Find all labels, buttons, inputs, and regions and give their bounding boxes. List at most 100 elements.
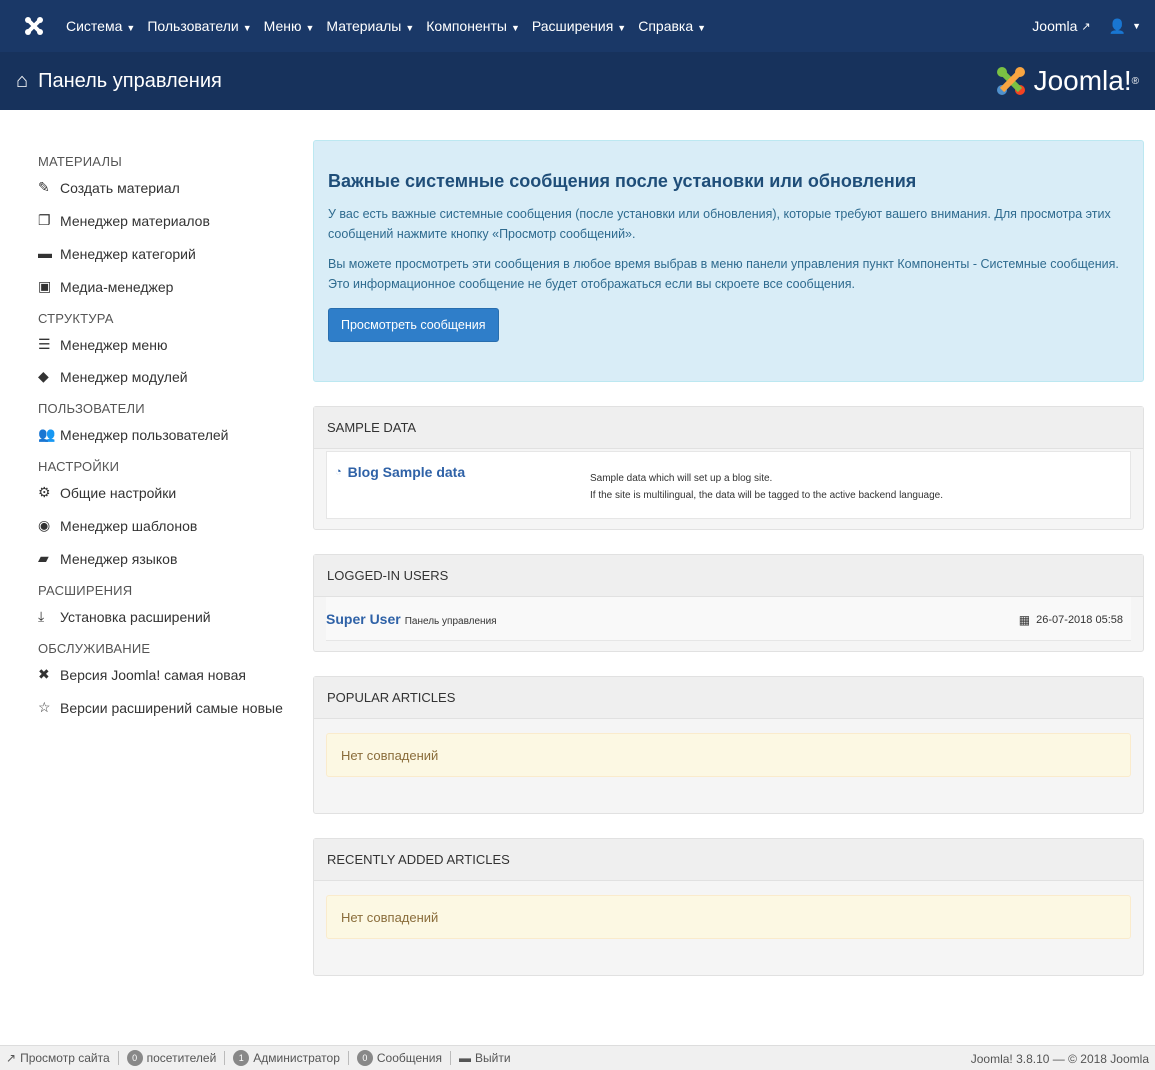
version-info: Joomla! 3.8.10 — © 2018 Joomla (970, 1051, 1149, 1066)
caret-down-icon: ▼ (305, 23, 315, 33)
sidebar-item-global-config[interactable]: ⚙ Общие настройки (38, 484, 288, 503)
panel-title: SAMPLE DATA (314, 407, 1143, 449)
divider (117, 1051, 119, 1065)
menu-components[interactable]: Компоненты ▼ (426, 18, 520, 34)
main-menu: Система ▼ Пользователи ▼ Меню ▼ Материалы ▼ … (66, 0, 718, 52)
eye-icon: ◉ (38, 517, 51, 534)
logout-link[interactable]: ▬ Выйти (459, 1051, 511, 1065)
list-icon: ☰ (38, 335, 51, 352)
blog-sample-data-link[interactable]: ◔ Blog Sample data (335, 464, 465, 480)
user-link[interactable]: Super User Панель управления (326, 611, 497, 627)
menu-extensions[interactable]: Расширения ▼ (532, 18, 626, 34)
divider (347, 1051, 349, 1065)
menu-users[interactable]: Пользователи ▼ (147, 18, 251, 34)
caret-down-icon: ▼ (126, 23, 136, 33)
sidebar-item-menus[interactable]: ☰ Менеджер меню (38, 336, 288, 355)
joomla-icon[interactable] (14, 6, 54, 46)
main-content: Важные системные сообщения после установ… (313, 140, 1144, 976)
no-matches-message: Нет совпадений (326, 733, 1131, 777)
popular-articles-panel: POPULAR ARTICLES Нет совпадений (313, 676, 1144, 814)
minus-icon: ▬ (459, 1051, 472, 1065)
download-icon: ⤓ (38, 607, 45, 624)
calendar-icon: ▦ (1018, 613, 1031, 627)
login-time: ▦ 26-07-2018 05:58 (1018, 613, 1123, 627)
home-icon: ⌂ (16, 69, 29, 92)
sidebar-item-categories[interactable]: ▬ Менеджер категорий (38, 245, 288, 264)
alert-title: Важные системные сообщения после установ… (328, 171, 917, 191)
star-icon: ☆ (38, 698, 51, 715)
alert-text-1: У вас есть важные системные сообщения (п… (328, 207, 1111, 241)
page-header: ⌂ Панель управления Joomla! ® (0, 52, 1155, 110)
cog-icon: ⚙ (38, 484, 51, 501)
sidebar-item-install-extensions[interactable]: ⤓ Установка расширений (38, 608, 288, 627)
menu-help[interactable]: Справка ▼ (638, 18, 706, 34)
messages-status[interactable]: 0 Сообщения (356, 1050, 442, 1066)
top-navbar: Система ▼ Пользователи ▼ Меню ▼ Материалы ▼ … (0, 0, 1155, 52)
sidebar-heading-extensions: РАСШИРЕНИЯ (38, 582, 133, 598)
sidebar-item-articles[interactable]: ❐ Менеджер материалов (38, 212, 288, 231)
caret-down-icon: ▼ (1132, 21, 1141, 31)
sidebar-heading-settings: НАСТРОЙКИ (38, 459, 120, 475)
sample-data-panel: SAMPLE DATA ◔ Blog Sample data Sample da… (313, 406, 1144, 530)
recent-articles-panel: RECENTLY ADDED ARTICLES Нет совпадений (313, 838, 1144, 976)
caret-down-icon: ▼ (697, 23, 707, 33)
external-link-icon: ↗ (1081, 20, 1091, 33)
logged-in-users-panel: LOGGED-IN USERS Super User Панель управле… (313, 554, 1144, 652)
sidebar-item-media[interactable]: ▣ Медиа-менеджер (38, 278, 288, 297)
list-item: ◔ Blog Sample data Sample data which wil… (326, 451, 1131, 519)
joomla-brand: Joomla! ® (994, 52, 1139, 110)
caret-down-icon: ▼ (510, 23, 520, 33)
sidebar-item-joomla-version[interactable]: ✖ Версия Joomla! самая новая (38, 666, 288, 685)
page-title: ⌂ Панель управления (16, 69, 222, 92)
sidebar-heading-users: ПОЛЬЗОВАТЕЛИ (38, 401, 145, 417)
caret-down-icon: ▼ (405, 23, 415, 33)
panel-title: POPULAR ARTICLES (314, 677, 1143, 719)
status-badge: 1 (233, 1050, 250, 1066)
admins-status: 1 Администратор (233, 1050, 340, 1066)
panel-title: RECENTLY ADDED ARTICLES (314, 839, 1143, 881)
user-icon[interactable]: 👤 (1109, 18, 1126, 35)
panel-title: LOGGED-IN USERS (314, 555, 1143, 597)
sidebar-heading-structure: СТРУКТУРА (38, 310, 114, 326)
menu-system[interactable]: Система ▼ (66, 18, 135, 34)
alert-text-2: Вы можете просмотреть эти сообщения в лю… (328, 257, 1119, 291)
caret-down-icon: ▼ (242, 23, 252, 33)
cube-icon: ◆ (38, 368, 49, 385)
menu-menus[interactable]: Меню ▼ (264, 18, 315, 34)
joomla-icon: ✖ (38, 665, 50, 682)
sidebar-item-templates[interactable]: ◉ Менеджер шаблонов (38, 517, 288, 536)
view-messages-button[interactable]: Просмотреть сообщения (328, 308, 499, 342)
status-bar: ↗ Просмотр сайта 0 посетителей 1 Админис… (0, 1045, 1155, 1070)
joomla-logo-icon (996, 67, 1025, 95)
status-badge: 0 (126, 1050, 143, 1066)
status-badge: 0 (356, 1050, 373, 1066)
users-icon: 👥 (38, 426, 56, 443)
comments-icon: ▰ (38, 550, 49, 567)
divider (450, 1051, 452, 1065)
divider (224, 1051, 226, 1065)
sidebar-item-extension-versions[interactable]: ☆ Версии расширений самые новые (38, 699, 288, 718)
wifi-icon: ◔ (335, 466, 342, 478)
sidebar-item-users[interactable]: 👥 Менеджер пользователей (38, 426, 288, 445)
visitors-status: 0 посетителей (126, 1050, 216, 1066)
nav-right: Joomla ↗ 👤 ▼ (1032, 0, 1141, 52)
sidebar-item-modules[interactable]: ◆ Менеджер модулей (38, 368, 288, 387)
image-icon: ▣ (38, 277, 52, 294)
sidebar-heading-content: МАТЕРИАЛЫ (38, 154, 122, 169)
menu-content[interactable]: Материалы ▼ (326, 18, 414, 34)
sample-data-description: Sample data which will set up a blog sit… (590, 473, 944, 501)
sidebar-heading-maintenance: ОБСЛУЖИВАНИЕ (38, 640, 151, 656)
external-link-icon: ↗ (6, 1051, 17, 1065)
view-site-link[interactable]: ↗ Просмотр сайта (6, 1051, 110, 1065)
no-matches-message: Нет совпадений (326, 895, 1131, 939)
table-row: Super User Панель управления ▦ 26-07-2018… (326, 597, 1131, 641)
folder-icon: ▬ (38, 244, 52, 261)
postinstall-alert: Важные системные сообщения после установ… (313, 140, 1144, 382)
sidebar-item-add-article[interactable]: ✎ Создать материал (38, 179, 288, 198)
site-link[interactable]: Joomla (1032, 18, 1077, 34)
caret-down-icon: ▼ (617, 23, 627, 33)
sidebar: МАТЕРИАЛЫ ✎ Создать материал ❐ Менеджер ма… (38, 146, 288, 732)
pencil-icon: ✎ (38, 179, 50, 195)
copy-icon: ❐ (38, 211, 51, 228)
sidebar-item-languages[interactable]: ▰ Менеджер языков (38, 550, 288, 569)
